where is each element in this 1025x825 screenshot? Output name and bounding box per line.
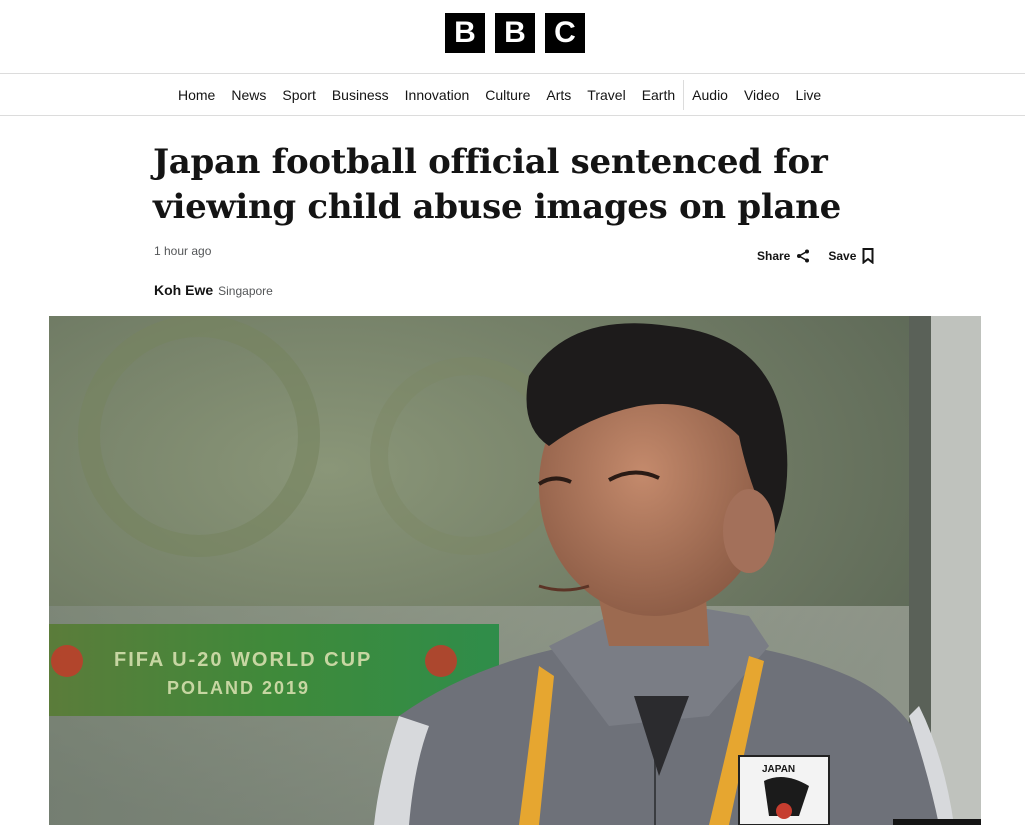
masthead: B B C <box>0 0 1025 73</box>
image-caption-tag[interactable] <box>893 819 981 825</box>
hero-illustration: FIFA U-20 WORLD CUP POLAND 2019 JAPAN <box>49 316 981 825</box>
headline-line-1: Japan football official sentenced for <box>153 142 828 182</box>
nav-item-video[interactable]: Video <box>736 87 788 103</box>
logo-letter-c: C <box>545 13 585 53</box>
bbc-logo[interactable]: B B C <box>445 13 585 53</box>
save-label: Save <box>828 249 857 263</box>
author-name[interactable]: Koh Ewe <box>154 282 213 298</box>
save-button[interactable]: Save <box>828 248 874 264</box>
banner-line-2: POLAND 2019 <box>167 678 310 698</box>
author-location: Singapore <box>218 284 273 298</box>
banner-line-1: FIFA U-20 WORLD CUP <box>114 649 372 671</box>
nav-item-sport[interactable]: Sport <box>274 87 323 103</box>
article-headline: Japan football official sentenced for vi… <box>153 140 873 230</box>
headline-line-2: viewing child abuse images on plane <box>153 187 841 227</box>
nav-item-arts[interactable]: Arts <box>538 87 579 103</box>
share-button[interactable]: Share <box>757 249 810 263</box>
nav-item-travel[interactable]: Travel <box>579 87 633 103</box>
logo-letter-b1: B <box>445 13 485 53</box>
badge-text: JAPAN <box>762 764 795 775</box>
share-label: Share <box>757 249 791 263</box>
article-timestamp: 1 hour ago <box>154 244 212 258</box>
main-navigation: Home News Sport Business Innovation Cult… <box>0 73 1025 116</box>
nav-list: Home News Sport Business Innovation Cult… <box>170 74 829 115</box>
nav-item-business[interactable]: Business <box>324 87 397 103</box>
article-actions: Share Save <box>757 248 874 264</box>
nav-item-live[interactable]: Live <box>788 87 830 103</box>
share-icon <box>796 249 810 263</box>
nav-item-audio[interactable]: Audio <box>684 87 736 103</box>
nav-item-home[interactable]: Home <box>170 87 223 103</box>
nav-item-earth[interactable]: Earth <box>634 87 683 103</box>
byline: Koh Ewe Singapore <box>154 282 273 298</box>
bookmark-icon <box>862 248 874 264</box>
logo-letter-b2: B <box>495 13 535 53</box>
nav-item-culture[interactable]: Culture <box>477 87 538 103</box>
hero-image: FIFA U-20 WORLD CUP POLAND 2019 JAPAN <box>49 316 981 825</box>
nav-item-innovation[interactable]: Innovation <box>397 87 478 103</box>
nav-item-news[interactable]: News <box>223 87 274 103</box>
